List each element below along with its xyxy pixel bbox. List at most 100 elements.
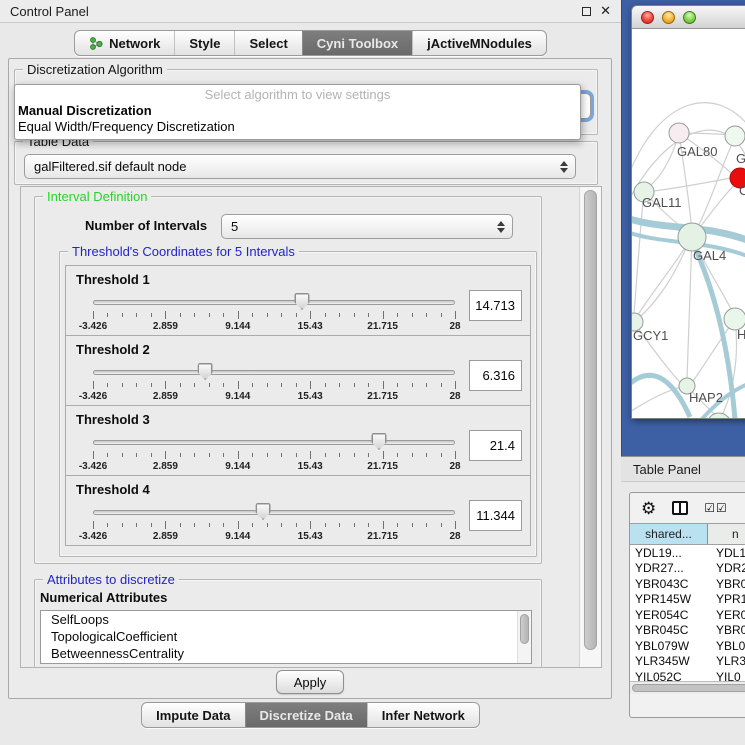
table-cell: YPR1 (708, 592, 745, 606)
threshold-1-value-field[interactable]: 14.713 (469, 290, 522, 321)
tab-discretize-data[interactable]: Discretize Data (245, 703, 367, 727)
number-of-intervals-label: Number of Intervals (85, 218, 207, 233)
combobox-stepper-icon (560, 161, 568, 173)
tab-jactivemnodules[interactable]: jActiveMNodules (412, 31, 546, 55)
slider-tick-labels: -3.4262.8599.14415.4321.71528 (93, 461, 455, 473)
dropdown-option-equal-width-frequency[interactable]: Equal Width/Frequency Discretization (15, 119, 580, 135)
number-of-intervals-value: 5 (231, 219, 238, 234)
close-traffic-light-icon[interactable] (641, 11, 654, 24)
table-row[interactable]: YLR345WYLR3 (630, 654, 745, 670)
scrollbar-thumb[interactable] (632, 684, 745, 692)
interval-definition-title: Interval Definition (43, 189, 151, 204)
table-row[interactable]: YER054CYER0 (630, 607, 745, 623)
threshold-4-value-field[interactable]: 11.344 (469, 500, 522, 531)
slider-track[interactable] (93, 510, 455, 515)
table-body: YDL19...YDL1YDR27...YDR2YBR043CYBR0YPR14… (630, 545, 745, 681)
gear-icon[interactable]: ⚙ (641, 500, 656, 517)
threshold-3-panel: Threshold 3 -3.4262.8599.14415.4321.7152… (65, 405, 531, 476)
threshold-2-slider[interactable]: -3.4262.8599.14415.4321.71528 (93, 361, 455, 405)
table-row[interactable]: YIL052CYIL0 (630, 669, 745, 681)
table-cell: YDR27... (630, 561, 708, 575)
node-gal80[interactable] (669, 123, 689, 143)
threshold-1-label: Threshold 1 (76, 272, 150, 287)
table-horizontal-scrollbar[interactable] (630, 681, 745, 694)
threshold-3-slider[interactable]: -3.4262.8599.14415.4321.71528 (93, 431, 455, 475)
node-label-gal4: GAL4 (693, 248, 726, 263)
table-cell: YBR043C (630, 577, 708, 591)
table-data-selected-value: galFiltered.sif default node (34, 159, 186, 174)
table-row[interactable]: YPR145WYPR1 (630, 592, 745, 608)
slider-tick-labels: -3.4262.8599.14415.4321.71528 (93, 321, 455, 333)
scrollbar-thumb[interactable] (584, 190, 597, 650)
tab-network[interactable]: Network (75, 31, 174, 55)
numerical-attributes-list[interactable]: SelfLoopsTopologicalCoefficientBetweenne… (40, 610, 532, 664)
attribute-list-item[interactable]: BetweennessCentrality (41, 645, 517, 662)
table-row[interactable]: YBR045CYBR0 (630, 623, 745, 639)
table-row[interactable]: YDL19...YDL1 (630, 545, 745, 561)
column-header-shared-name[interactable]: shared... (630, 524, 708, 544)
node-partial-bottom[interactable] (707, 413, 731, 419)
slider-thumb[interactable] (198, 363, 213, 380)
combobox-stepper-icon (497, 221, 505, 233)
threshold-2-value-field[interactable]: 6.316 (469, 360, 522, 391)
threshold-1-slider[interactable]: -3.4262.8599.14415.4321.71528 (93, 291, 455, 335)
panel-scrollbar[interactable] (579, 187, 601, 667)
threshold-3-value-field[interactable]: 21.4 (469, 430, 522, 461)
dropdown-option-manual-discretization[interactable]: Manual Discretization (15, 103, 580, 119)
right-column: GAL80 GA C GAL11 GAL4 GCY1 H HAP2 Table … (621, 0, 745, 745)
select-columns-checkboxes-icon[interactable]: ☑☑ (704, 501, 728, 515)
apply-button[interactable]: Apply (276, 670, 344, 694)
slider-thumb[interactable] (294, 293, 309, 310)
node-label-partial-mid-right: C (739, 183, 745, 198)
table-cell: YER0 (708, 608, 745, 622)
attribute-list-item[interactable]: SelfLoops (41, 611, 517, 628)
tab-impute-data[interactable]: Impute Data (142, 703, 244, 727)
split-columns-icon[interactable] (672, 501, 688, 515)
zoom-traffic-light-icon[interactable] (683, 11, 696, 24)
tab-style[interactable]: Style (174, 31, 234, 55)
slider-track[interactable] (93, 300, 455, 305)
table-row[interactable]: YDR27...YDR2 (630, 561, 745, 577)
number-of-intervals-combobox[interactable]: 5 (221, 214, 513, 239)
dropdown-placeholder: Select algorithm to view settings (15, 87, 580, 103)
float-window-icon[interactable] (582, 7, 591, 16)
table-panel-area: ⚙ ☑☑ shared... n YDL19...YDL1YDR27...YDR… (621, 483, 745, 745)
scrollbar-thumb[interactable] (520, 614, 529, 644)
network-canvas[interactable]: GAL80 GA C GAL11 GAL4 GCY1 H HAP2 (632, 29, 745, 419)
threshold-3-label: Threshold 3 (76, 412, 150, 427)
column-header-name[interactable]: n (708, 524, 745, 544)
slider-tick-labels: -3.4262.8599.14415.4321.71528 (93, 391, 455, 403)
slider-ticks (93, 311, 455, 319)
table-header: shared... n (630, 523, 745, 545)
tab-infer-network[interactable]: Infer Network (367, 703, 479, 727)
slider-tick-labels: -3.4262.8599.14415.4321.71528 (93, 531, 455, 543)
node-label-partial-low-right: H (737, 327, 745, 342)
interval-definition-group: Interval Definition Number of Intervals … (34, 196, 542, 564)
table-cell: YIL0 (708, 670, 745, 681)
list-scrollbar[interactable] (517, 611, 531, 663)
close-icon[interactable]: ✕ (600, 6, 611, 16)
tab-select[interactable]: Select (234, 31, 301, 55)
slider-thumb[interactable] (256, 503, 271, 520)
node-partial-top-right[interactable] (725, 126, 745, 146)
minimize-traffic-light-icon[interactable] (662, 11, 675, 24)
slider-track[interactable] (93, 440, 455, 445)
table-row[interactable]: YBL079WYBL0 (630, 638, 745, 654)
cytoscape-desktop: GAL80 GA C GAL11 GAL4 GCY1 H HAP2 (621, 0, 745, 456)
slider-ticks (93, 451, 455, 459)
node-gal4[interactable] (678, 223, 706, 251)
numerical-attributes-label: Numerical Attributes (40, 590, 167, 605)
threshold-4-slider[interactable]: -3.4262.8599.14415.4321.71528 (93, 501, 455, 545)
table-row[interactable]: YBR043CYBR0 (630, 576, 745, 592)
tab-cyni-toolbox[interactable]: Cyni Toolbox (302, 31, 412, 55)
network-window-titlebar[interactable] (632, 6, 745, 29)
table-data-group: Table Data galFiltered.sif default node (14, 141, 598, 185)
algorithm-dropdown-popup: Select algorithm to view settings Manual… (14, 84, 581, 140)
table-data-combobox[interactable]: galFiltered.sif default node (24, 154, 576, 179)
node-label-gal11: GAL11 (642, 195, 682, 210)
attribute-list-item[interactable]: TopologicalCoefficient (41, 628, 517, 645)
slider-track[interactable] (93, 370, 455, 375)
network-view-window[interactable]: GAL80 GA C GAL11 GAL4 GCY1 H HAP2 (631, 5, 745, 419)
slider-thumb[interactable] (371, 433, 386, 450)
table-cell: YDL19... (630, 546, 708, 560)
